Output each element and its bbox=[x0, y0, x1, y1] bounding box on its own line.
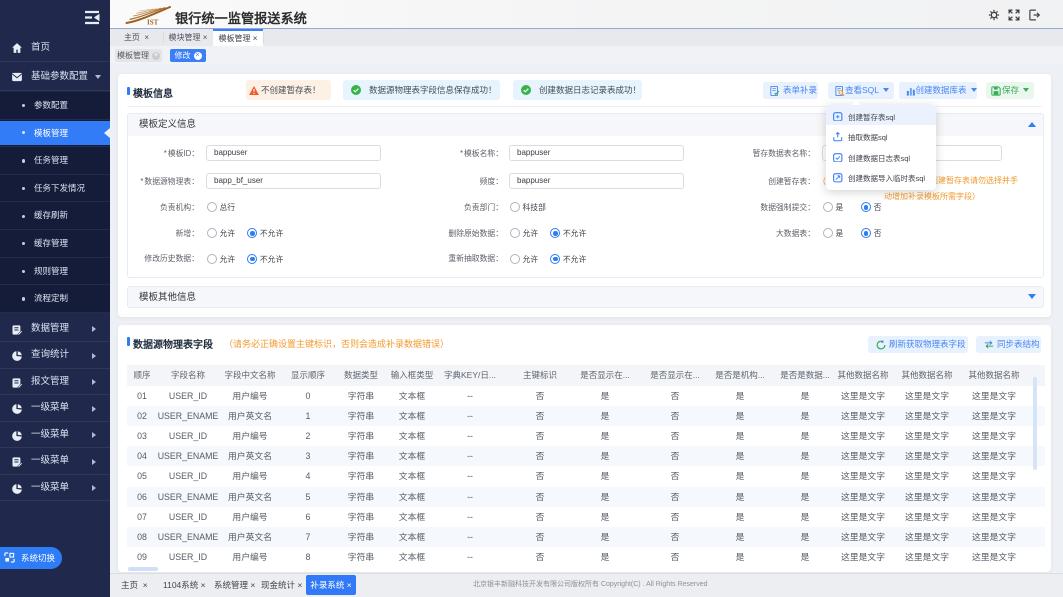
svg-text:IST: IST bbox=[147, 19, 159, 26]
